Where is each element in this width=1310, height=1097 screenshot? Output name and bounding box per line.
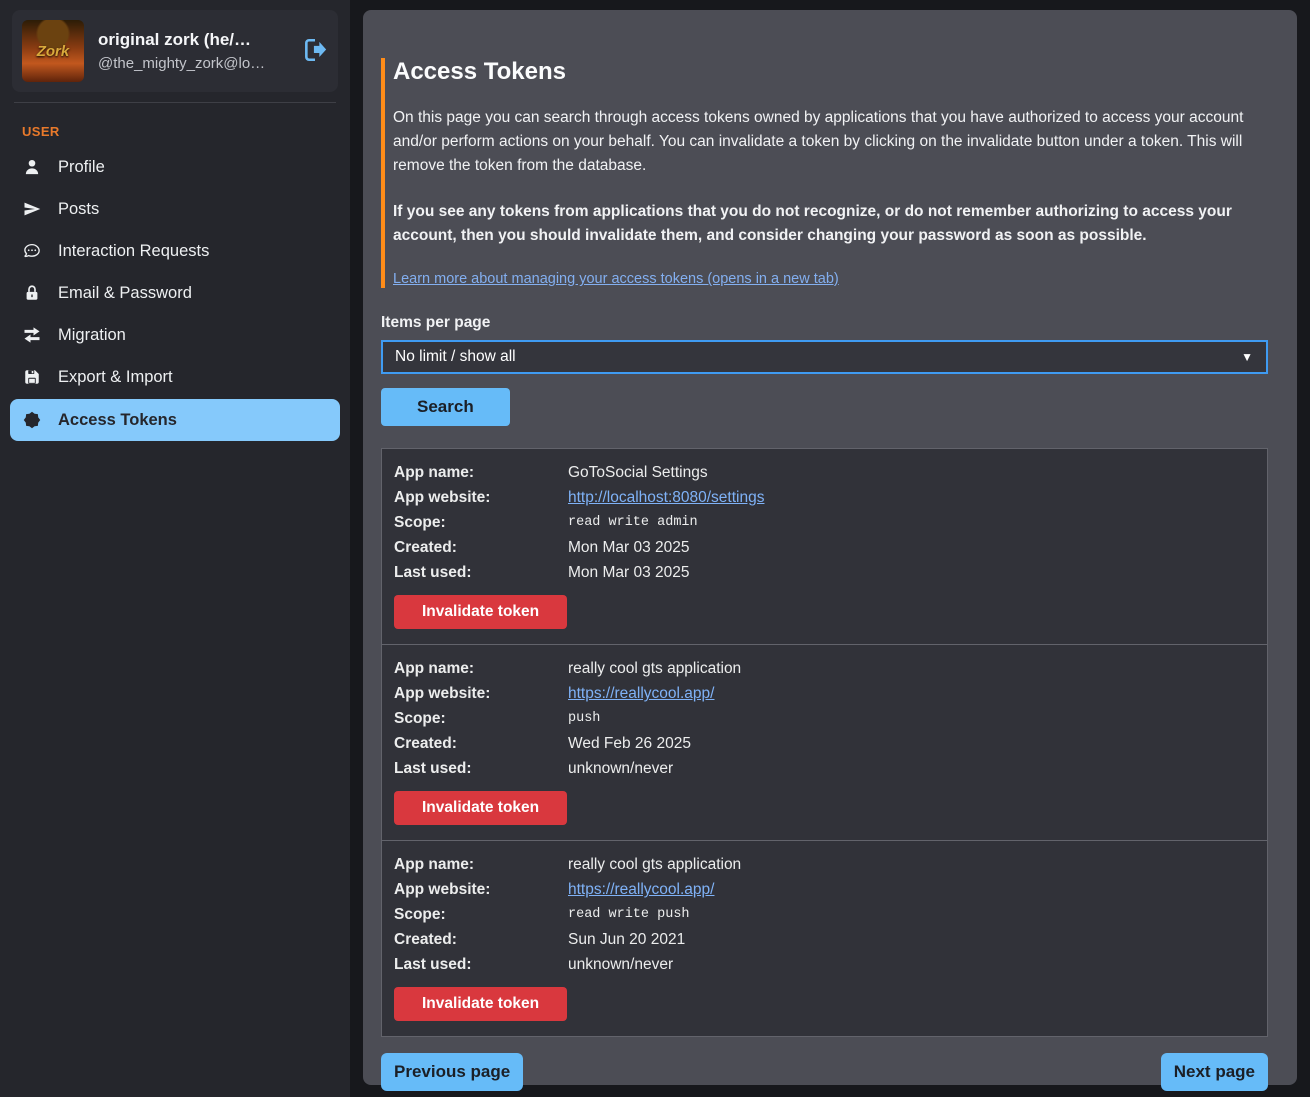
field-label: Scope: xyxy=(394,902,568,927)
lock-icon xyxy=(22,283,42,303)
sidebar-item-label: Profile xyxy=(58,158,105,177)
field-label: Scope: xyxy=(394,706,568,731)
next-page-button[interactable]: Next page xyxy=(1161,1053,1268,1091)
field-label: App website: xyxy=(394,681,568,706)
token-row-last-used: Last used: Mon Mar 03 2025 xyxy=(394,560,1255,585)
sign-out-icon xyxy=(302,37,328,66)
sidebar-divider xyxy=(14,102,336,103)
token-row-scope: Scope: push xyxy=(394,706,1255,731)
field-label: Last used: xyxy=(394,952,568,977)
sidebar-item-label: Access Tokens xyxy=(58,411,177,430)
field-label: Created: xyxy=(394,731,568,756)
token-row-app-website: App website: https://reallycool.app/ xyxy=(394,877,1255,902)
field-label: Created: xyxy=(394,927,568,952)
token-row-app-name: App name: GoToSocial Settings xyxy=(394,460,1255,485)
paper-plane-icon xyxy=(22,199,42,219)
sidebar-nav: USER Profile Posts xyxy=(0,115,350,441)
app-website-link[interactable]: https://reallycool.app/ xyxy=(568,685,714,702)
field-label: Created: xyxy=(394,535,568,560)
search-button[interactable]: Search xyxy=(381,388,510,426)
transfer-arrows-icon xyxy=(22,325,42,345)
scope-value: push xyxy=(568,706,1255,731)
app-name-value: really cool gts application xyxy=(568,852,1255,877)
sidebar-item-access-tokens[interactable]: Access Tokens xyxy=(10,399,340,441)
previous-page-button[interactable]: Previous page xyxy=(381,1053,523,1091)
sidebar-item-profile[interactable]: Profile xyxy=(0,146,350,188)
field-label: App website: xyxy=(394,877,568,902)
field-label: App name: xyxy=(394,852,568,877)
user-info: original zork (he/… @the_mighty_zork@lo… xyxy=(98,30,288,72)
token-row-scope: Scope: read write admin xyxy=(394,510,1255,535)
invalidate-token-button[interactable]: Invalidate token xyxy=(394,791,567,825)
sidebar-item-label: Posts xyxy=(58,200,99,219)
token-row-app-name: App name: really cool gts application xyxy=(394,852,1255,877)
display-name: original zork (he/… xyxy=(98,30,288,50)
app-name-value: really cool gts application xyxy=(568,656,1255,681)
last-used-value: unknown/never xyxy=(568,952,1255,977)
items-per-page-value: No limit / show all xyxy=(395,348,516,366)
token-row-created: Created: Wed Feb 26 2025 xyxy=(394,731,1255,756)
token-row-created: Created: Mon Mar 03 2025 xyxy=(394,535,1255,560)
last-used-value: Mon Mar 03 2025 xyxy=(568,560,1255,585)
sidebar-item-migration[interactable]: Migration xyxy=(0,314,350,356)
sidebar-item-label: Email & Password xyxy=(58,284,192,303)
token-row-last-used: Last used: unknown/never xyxy=(394,952,1255,977)
field-label: Last used: xyxy=(394,560,568,585)
scope-value: read write push xyxy=(568,902,1255,927)
sidebar-item-posts[interactable]: Posts xyxy=(0,188,350,230)
field-label: App website: xyxy=(394,485,568,510)
sidebar-item-export-import[interactable]: Export & Import xyxy=(0,356,350,398)
field-label: App name: xyxy=(394,460,568,485)
invalidate-token-button[interactable]: Invalidate token xyxy=(394,595,567,629)
page-title: Access Tokens xyxy=(393,58,1268,86)
user-card[interactable]: Zork original zork (he/… @the_mighty_zor… xyxy=(12,10,338,92)
sidebar-item-label: Migration xyxy=(58,326,126,345)
token-entry: App name: really cool gts application Ap… xyxy=(382,841,1267,1036)
created-value: Mon Mar 03 2025 xyxy=(568,535,1255,560)
field-label: Last used: xyxy=(394,756,568,781)
sidebar: Zork original zork (he/… @the_mighty_zor… xyxy=(0,0,350,1097)
pagination: Previous page Next page xyxy=(381,1053,1268,1091)
token-entry: App name: really cool gts application Ap… xyxy=(382,645,1267,841)
user-handle: @the_mighty_zork@lo… xyxy=(98,55,288,72)
field-label: Scope: xyxy=(394,510,568,535)
created-value: Sun Jun 20 2021 xyxy=(568,927,1255,952)
app-website-link[interactable]: http://localhost:8080/settings xyxy=(568,489,764,506)
certificate-icon xyxy=(22,410,42,430)
chevron-down-icon: ▼ xyxy=(1241,350,1253,364)
token-row-app-name: App name: really cool gts application xyxy=(394,656,1255,681)
avatar: Zork xyxy=(22,20,84,82)
user-icon xyxy=(22,157,42,177)
app-website-link[interactable]: https://reallycool.app/ xyxy=(568,881,714,898)
created-value: Wed Feb 26 2025 xyxy=(568,731,1255,756)
comment-dots-icon xyxy=(22,241,42,261)
learn-more-link[interactable]: Learn more about managing your access to… xyxy=(393,271,839,287)
token-row-app-website: App website: https://reallycool.app/ xyxy=(394,681,1255,706)
logout-button[interactable] xyxy=(302,38,328,64)
token-row-created: Created: Sun Jun 20 2021 xyxy=(394,927,1255,952)
invalidate-token-button[interactable]: Invalidate token xyxy=(394,987,567,1021)
page-header: Access Tokens On this page you can searc… xyxy=(381,58,1268,288)
last-used-value: unknown/never xyxy=(568,756,1255,781)
sidebar-item-interaction-requests[interactable]: Interaction Requests xyxy=(0,230,350,272)
sidebar-item-label: Export & Import xyxy=(58,368,173,387)
field-label: App name: xyxy=(394,656,568,681)
token-row-scope: Scope: read write push xyxy=(394,902,1255,927)
token-entry: App name: GoToSocial Settings App websit… xyxy=(382,449,1267,645)
floppy-disk-icon xyxy=(22,367,42,387)
app-name-value: GoToSocial Settings xyxy=(568,460,1255,485)
warning-text: If you see any tokens from applications … xyxy=(393,200,1268,248)
token-row-app-website: App website: http://localhost:8080/setti… xyxy=(394,485,1255,510)
token-list: App name: GoToSocial Settings App websit… xyxy=(381,448,1268,1037)
sidebar-item-label: Interaction Requests xyxy=(58,242,209,261)
items-per-page-label: Items per page xyxy=(381,314,1268,332)
nav-section-user: USER xyxy=(0,115,350,146)
items-per-page-select[interactable]: No limit / show all ▼ xyxy=(381,340,1268,374)
main-panel: Access Tokens On this page you can searc… xyxy=(363,10,1297,1085)
sidebar-item-email-password[interactable]: Email & Password xyxy=(0,272,350,314)
scope-value: read write admin xyxy=(568,510,1255,535)
intro-text: On this page you can search through acce… xyxy=(393,106,1268,178)
token-row-last-used: Last used: unknown/never xyxy=(394,756,1255,781)
